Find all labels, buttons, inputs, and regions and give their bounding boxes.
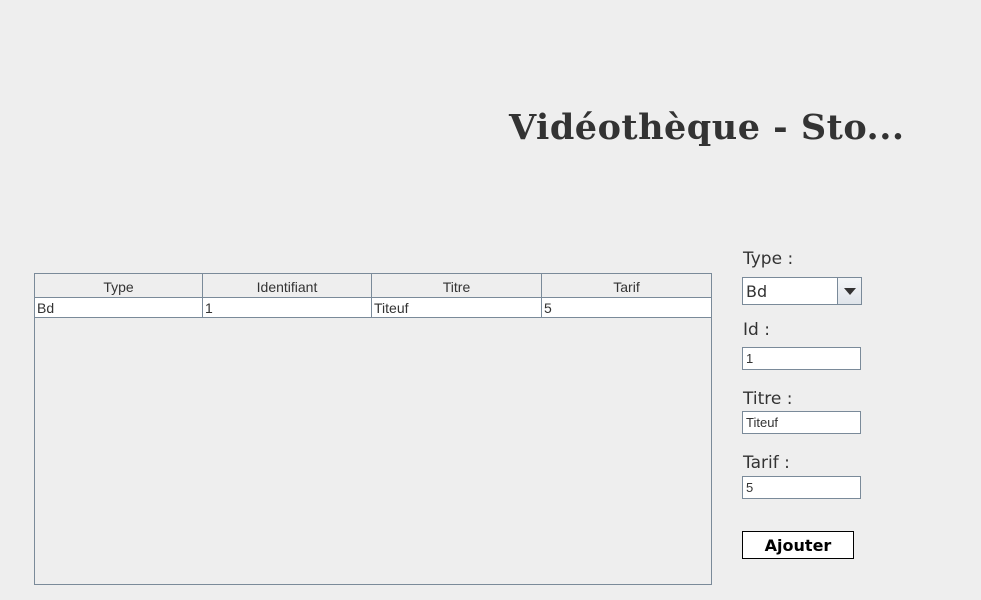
titre-label: Titre : [743, 389, 793, 409]
type-dropdown-value: Bd [746, 282, 768, 301]
column-header-identifiant[interactable]: Identifiant [203, 274, 372, 298]
page-title: Vidéothèque - Sto... [509, 107, 905, 148]
dropdown-arrow-button[interactable] [837, 278, 861, 304]
titre-field[interactable]: Titeuf [742, 411, 861, 434]
type-label: Type : [743, 249, 794, 269]
type-dropdown[interactable]: Bd [742, 277, 862, 305]
table-cell-tarif[interactable]: 5 [542, 298, 711, 318]
column-header-tarif[interactable]: Tarif [542, 274, 711, 298]
id-label: Id : [743, 320, 770, 340]
column-header-titre[interactable]: Titre [372, 274, 542, 298]
table-cell-titre[interactable]: Titeuf [372, 298, 542, 318]
chevron-down-icon [844, 288, 856, 295]
table-cell-identifiant[interactable]: 1 [203, 298, 372, 318]
table-header: Type Identifiant Titre Tarif [35, 274, 711, 298]
tarif-field[interactable]: 5 [742, 476, 861, 499]
id-field[interactable]: 1 [742, 347, 861, 370]
items-table[interactable]: Type Identifiant Titre Tarif Bd 1 Titeuf… [34, 273, 712, 585]
tarif-label: Tarif : [743, 453, 790, 473]
column-header-type[interactable]: Type [35, 274, 203, 298]
add-button[interactable]: Ajouter [742, 531, 854, 559]
table-cell-type[interactable]: Bd [35, 298, 203, 318]
table-row[interactable]: Bd 1 Titeuf 5 [35, 298, 711, 318]
